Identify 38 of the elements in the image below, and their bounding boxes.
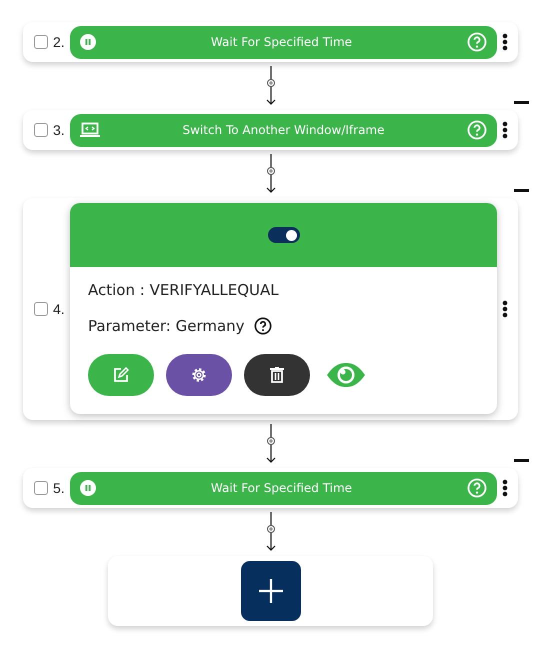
step-title: Wait For Specified Time	[210, 481, 354, 495]
step-checkbox[interactable]	[34, 123, 48, 137]
laptop-icon	[80, 122, 100, 138]
step-number: 5.	[53, 480, 66, 496]
step-number: 2.	[53, 34, 66, 50]
step-checkbox[interactable]	[34, 35, 48, 49]
eye-icon[interactable]	[326, 362, 366, 388]
connector-arrow	[264, 66, 276, 106]
edit-icon	[113, 367, 129, 383]
step-action-bar[interactable]: Wait For Specified Time	[70, 26, 497, 58]
more-options-icon[interactable]	[502, 121, 508, 139]
edit-button[interactable]	[88, 354, 154, 396]
step-checkbox[interactable]	[34, 481, 48, 495]
settings-button[interactable]	[166, 354, 232, 396]
more-options-icon[interactable]	[502, 479, 508, 497]
add-step-button[interactable]	[240, 561, 300, 621]
pause-icon	[80, 34, 96, 50]
step-title: Switch To Another Window/Iframe	[181, 123, 386, 137]
trash-icon	[270, 367, 284, 383]
gear-icon	[190, 366, 208, 384]
step-checkbox[interactable]	[34, 302, 48, 316]
pause-icon	[80, 480, 96, 496]
help-icon[interactable]	[254, 317, 272, 335]
step-number: 4.	[53, 301, 66, 317]
more-options-icon[interactable]	[502, 33, 508, 51]
delete-button[interactable]	[244, 354, 310, 396]
step-action-bar[interactable]: Switch To Another Window/Iframe	[70, 114, 497, 146]
toggle-switch[interactable]	[268, 227, 300, 243]
step-action-bar[interactable]: Wait For Specified Time	[70, 472, 497, 504]
action-text: Action : VERIFYALLEQUAL	[88, 281, 280, 299]
step-number: 3.	[53, 122, 66, 138]
connector-arrow	[264, 154, 276, 194]
connector-arrow	[264, 512, 276, 552]
parameter-text: Parameter: Germany	[88, 317, 245, 335]
step-title: Wait For Specified Time	[210, 35, 354, 49]
plus-icon	[258, 578, 284, 604]
more-options-icon[interactable]	[502, 300, 508, 318]
connector-arrow	[264, 424, 276, 464]
